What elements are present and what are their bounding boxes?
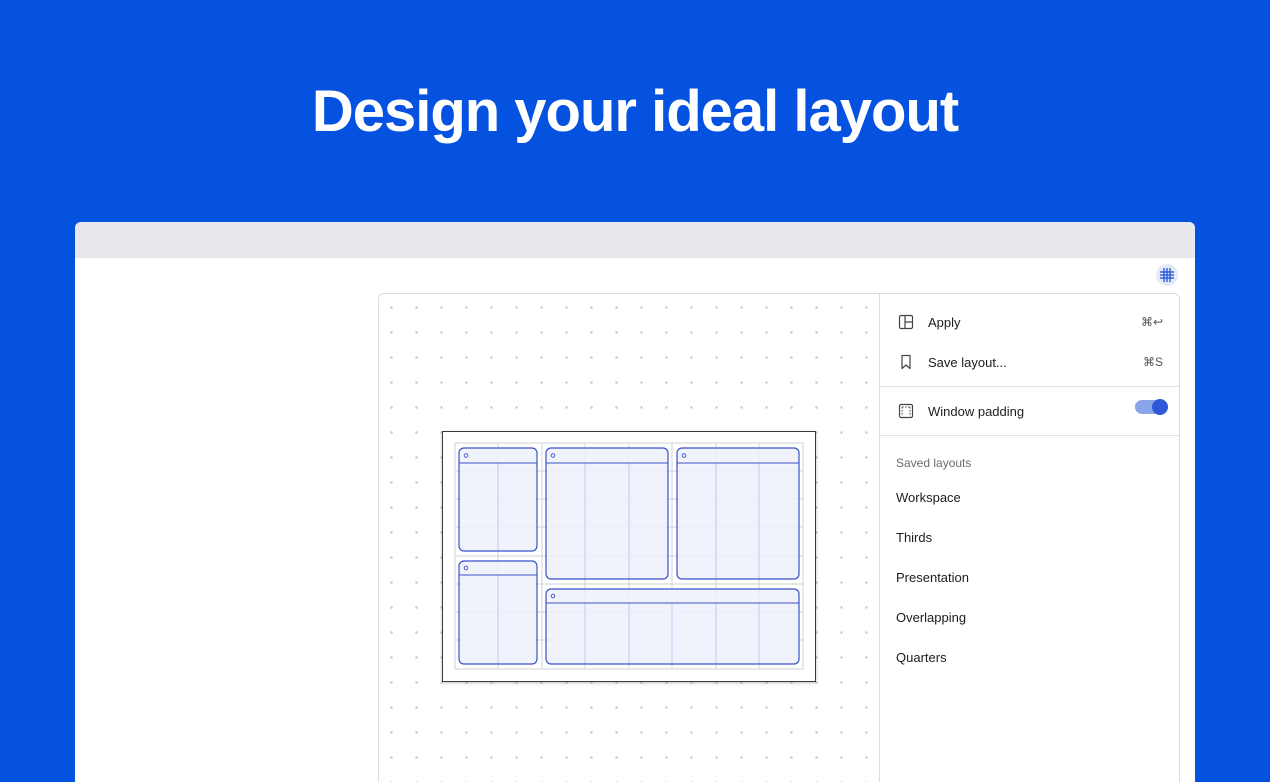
saved-layout-item[interactable]: Overlapping <box>896 610 966 625</box>
save-layout-label: Save layout... <box>928 354 1007 370</box>
toggle-knob <box>1152 399 1168 415</box>
grid-icon <box>1160 268 1174 282</box>
layout-menu: Apply ⌘↩ Save layout... ⌘S Window paddin… <box>880 294 1179 782</box>
apply-shortcut: ⌘↩ <box>1140 315 1163 329</box>
window-padding-menu-item[interactable]: Window padding <box>880 391 1179 431</box>
window-padding-label: Window padding <box>928 403 1025 419</box>
layout-icon <box>898 314 914 330</box>
saved-layout-item[interactable]: Workspace <box>896 490 961 505</box>
window-padding-toggle[interactable] <box>1135 399 1168 415</box>
saved-layout-item[interactable]: Quarters <box>896 650 947 665</box>
apply-menu-item[interactable]: Apply ⌘↩ <box>880 302 1179 342</box>
menu-divider <box>880 435 1179 436</box>
window-titlebar <box>75 222 1195 258</box>
saved-layouts-heading: Saved layouts <box>896 456 972 470</box>
saved-layout-item[interactable]: Presentation <box>896 570 969 585</box>
grid-toggle-button[interactable] <box>1156 264 1178 286</box>
layout-canvas[interactable] <box>379 294 880 782</box>
menu-divider <box>880 386 1179 387</box>
save-layout-shortcut: ⌘S <box>1142 355 1163 369</box>
page-headline: Design your ideal layout <box>311 79 959 144</box>
screen-preview[interactable] <box>442 431 816 682</box>
zone-center-top <box>545 447 669 580</box>
apply-label: Apply <box>928 314 961 330</box>
bookmark-icon <box>901 354 911 370</box>
layout-panel: Apply ⌘↩ Save layout... ⌘S Window paddin… <box>378 293 1180 782</box>
zone-right-top <box>676 447 800 580</box>
padding-icon <box>898 403 914 419</box>
saved-layout-item[interactable]: Thirds <box>896 530 932 545</box>
app-window: Apply ⌘↩ Save layout... ⌘S Window paddin… <box>75 222 1195 782</box>
save-layout-menu-item[interactable]: Save layout... ⌘S <box>880 342 1179 382</box>
